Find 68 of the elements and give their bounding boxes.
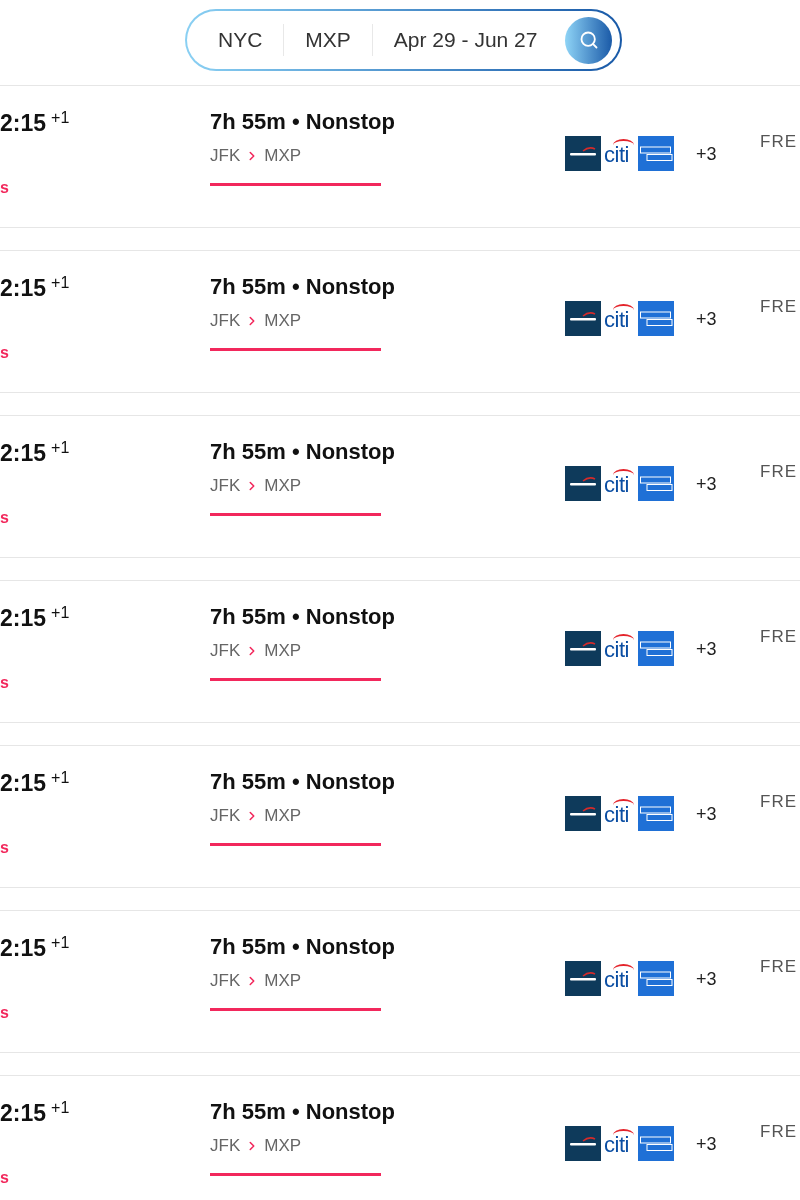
destination-code: MXP — [264, 145, 302, 167]
card-logo: citi — [604, 1126, 635, 1161]
origin-code: JFK — [210, 475, 241, 497]
arrival-time: 2:15 — [0, 1099, 47, 1127]
destination-code: MXP — [264, 1135, 302, 1157]
day-offset: +1 — [51, 108, 70, 128]
origin-code: JFK — [210, 805, 241, 827]
origin-code: JFK — [210, 640, 241, 662]
note-text: s — [0, 1168, 9, 1188]
day-offset: +1 — [51, 438, 70, 458]
card-logo: citi — [604, 136, 635, 171]
card-logo: citi — [604, 631, 635, 666]
more-count: +3 — [696, 969, 717, 989]
duration-text: 7h 55m • Nonstop — [210, 273, 395, 301]
search-icon — [578, 30, 599, 50]
note-text: s — [0, 343, 9, 363]
origin-field[interactable]: NYC — [218, 27, 263, 53]
destination-code: MXP — [264, 805, 302, 827]
duration-text: 7h 55m • Nonstop — [210, 933, 395, 961]
arrival-time: 2:15 — [0, 769, 47, 797]
origin-code: JFK — [210, 1135, 241, 1157]
destination-code: MXP — [264, 475, 302, 497]
arrival-time: 2:15 — [0, 439, 47, 467]
card-logo: citi — [604, 301, 635, 336]
duration-text: 7h 55m • Nonstop — [210, 438, 395, 466]
price-text: FRE — [760, 132, 797, 151]
duration-text: 7h 55m • Nonstop — [210, 603, 395, 631]
price-text: FRE — [760, 1122, 797, 1141]
note-text: s — [0, 838, 9, 858]
destination-code: MXP — [264, 970, 302, 992]
origin-code: JFK — [210, 970, 241, 992]
day-offset: +1 — [51, 933, 70, 953]
duration-text: 7h 55m • Nonstop — [210, 108, 395, 136]
more-count: +3 — [696, 639, 717, 659]
origin-code: JFK — [210, 310, 241, 332]
price-text: FRE — [760, 627, 797, 646]
card-logo: citi — [604, 466, 635, 501]
more-count: +3 — [696, 309, 717, 329]
date-field[interactable]: Apr 29 - Jun 27 — [393, 27, 538, 53]
note-text: s — [0, 178, 9, 198]
destination-code: MXP — [264, 310, 302, 332]
more-count: +3 — [696, 144, 717, 164]
day-offset: +1 — [51, 768, 70, 788]
more-count: +3 — [696, 474, 717, 494]
day-offset: +1 — [51, 273, 70, 293]
arrival-time: 2:15 — [0, 274, 47, 302]
arrival-time: 2:15 — [0, 604, 47, 632]
duration-text: 7h 55m • Nonstop — [210, 1098, 395, 1126]
note-text: s — [0, 1003, 9, 1023]
note-text: s — [0, 508, 9, 528]
price-text: FRE — [760, 957, 797, 976]
destination-code: MXP — [264, 640, 302, 662]
note-text: s — [0, 673, 9, 693]
day-offset: +1 — [51, 603, 70, 623]
arrival-time: 2:15 — [0, 934, 47, 962]
price-text: FRE — [760, 462, 797, 481]
search-button[interactable] — [565, 16, 612, 64]
card-logo: citi — [604, 961, 635, 996]
destination-field[interactable]: MXP — [305, 27, 351, 53]
more-count: +3 — [696, 1134, 717, 1154]
arrival-time: 2:15 — [0, 109, 47, 137]
origin-code: JFK — [210, 145, 241, 167]
price-text: FRE — [760, 792, 797, 811]
duration-text: 7h 55m • Nonstop — [210, 768, 395, 796]
day-offset: +1 — [51, 1098, 70, 1118]
more-count: +3 — [696, 804, 717, 824]
card-logo: citi — [604, 796, 635, 831]
price-text: FRE — [760, 297, 797, 316]
